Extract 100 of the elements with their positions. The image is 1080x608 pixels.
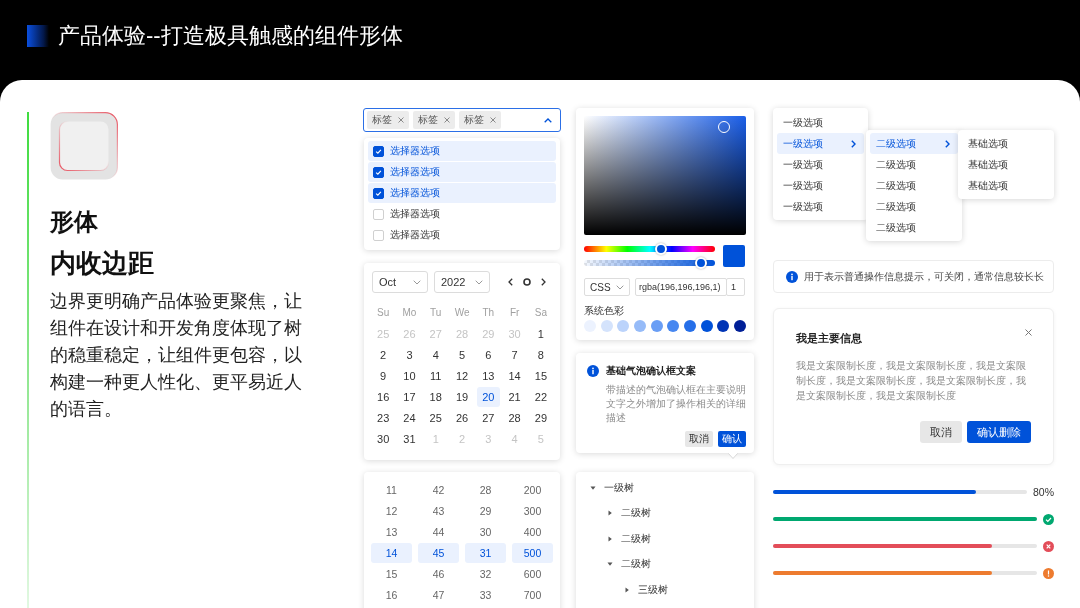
picker-option[interactable]: 600 bbox=[512, 564, 553, 584]
close-icon[interactable] bbox=[444, 117, 450, 123]
calendar-day[interactable]: 20 bbox=[476, 386, 500, 407]
caret-icon[interactable] bbox=[544, 117, 552, 123]
checkbox[interactable] bbox=[373, 187, 384, 199]
cascader-option[interactable]: 二级选项 bbox=[870, 133, 958, 154]
picker-option[interactable]: 500 bbox=[512, 543, 553, 563]
tree-node[interactable]: 二级树 bbox=[576, 500, 754, 526]
picker-option[interactable]: 700 bbox=[512, 585, 553, 605]
month-select[interactable]: Oct bbox=[372, 271, 428, 293]
checkbox[interactable] bbox=[373, 145, 384, 157]
cascader-option[interactable]: 一级选项 bbox=[777, 175, 864, 196]
cascader-option[interactable]: 二级选项 bbox=[870, 217, 958, 238]
calendar-day[interactable]: 16 bbox=[371, 386, 395, 407]
calendar-day[interactable]: 13 bbox=[476, 365, 500, 386]
picker-option[interactable]: 31 bbox=[465, 543, 506, 563]
picker-option[interactable]: 15 bbox=[371, 564, 412, 584]
picker-option[interactable]: 33 bbox=[465, 585, 506, 605]
calendar-day[interactable]: 3 bbox=[397, 344, 421, 365]
tree-node[interactable]: 三级树 bbox=[576, 577, 754, 603]
color-swatch[interactable] bbox=[683, 320, 696, 332]
chevron-right-icon[interactable] bbox=[541, 278, 546, 286]
slider-thumb[interactable] bbox=[655, 243, 668, 255]
calendar-day[interactable]: 24 bbox=[397, 407, 421, 428]
calendar-day[interactable]: 26 bbox=[450, 407, 474, 428]
cascader-option[interactable]: 基础选项 bbox=[962, 133, 1050, 154]
close-icon[interactable] bbox=[1025, 329, 1032, 336]
opacity-slider[interactable] bbox=[584, 257, 715, 269]
calendar-day[interactable]: 15 bbox=[529, 365, 553, 386]
calendar-day[interactable]: 28 bbox=[503, 407, 527, 428]
year-select[interactable]: 2022 bbox=[434, 271, 490, 293]
select-option[interactable]: 选择器选项 bbox=[368, 141, 556, 161]
picker-option[interactable]: 400 bbox=[512, 522, 553, 542]
cascader-option[interactable]: 二级选项 bbox=[870, 175, 958, 196]
calendar-day[interactable]: 31 bbox=[397, 428, 421, 449]
calendar-day[interactable]: 8 bbox=[529, 344, 553, 365]
calendar-day[interactable]: 9 bbox=[371, 365, 395, 386]
picker-option[interactable]: 13 bbox=[371, 522, 412, 542]
calendar-day[interactable]: 7 bbox=[503, 344, 527, 365]
calendar-day[interactable]: 23 bbox=[371, 407, 395, 428]
select-option[interactable]: 选择器选项 bbox=[368, 183, 556, 203]
picker-option[interactable]: 44 bbox=[418, 522, 459, 542]
picker-option[interactable]: 29 bbox=[465, 501, 506, 521]
select-option[interactable]: 选择器选项 bbox=[368, 162, 556, 182]
cascader-option[interactable]: 基础选项 bbox=[962, 154, 1050, 175]
picker-option[interactable]: 30 bbox=[465, 522, 506, 542]
saturation-panel[interactable] bbox=[584, 116, 746, 235]
calendar-day[interactable]: 30 bbox=[371, 428, 395, 449]
cascader-option[interactable]: 一级选项 bbox=[777, 112, 864, 133]
color-swatch[interactable] bbox=[633, 320, 646, 332]
cascader-option[interactable]: 二级选项 bbox=[870, 154, 958, 175]
opacity-input[interactable]: 1 bbox=[726, 278, 745, 296]
picker-option[interactable]: 16 bbox=[371, 585, 412, 605]
picker-option[interactable]: 42 bbox=[418, 480, 459, 500]
caret-down-icon[interactable] bbox=[607, 561, 613, 568]
caret-down-icon[interactable] bbox=[590, 484, 596, 491]
caret-right-icon[interactable] bbox=[624, 586, 630, 593]
caret-right-icon[interactable] bbox=[607, 535, 613, 542]
color-swatch[interactable] bbox=[650, 320, 663, 332]
secondary-button[interactable]: 取消 bbox=[685, 431, 713, 447]
picker-option[interactable]: 11 bbox=[371, 480, 412, 500]
picker-option[interactable]: 200 bbox=[512, 480, 553, 500]
calendar-day[interactable]: 2 bbox=[371, 344, 395, 365]
select-option[interactable]: 选择器选项 bbox=[368, 225, 556, 245]
primary-button[interactable]: 确认 bbox=[718, 431, 746, 447]
tree-node[interactable]: 二级树 bbox=[576, 551, 754, 577]
color-swatch[interactable] bbox=[700, 320, 713, 332]
format-select[interactable]: CSS bbox=[584, 278, 630, 296]
calendar-day[interactable]: 5 bbox=[450, 344, 474, 365]
close-icon[interactable] bbox=[490, 117, 496, 123]
color-swatch[interactable] bbox=[600, 320, 613, 332]
secondary-button[interactable]: 取消 bbox=[920, 421, 962, 443]
calendar-day[interactable]: 11 bbox=[424, 365, 448, 386]
calendar-day[interactable]: 29 bbox=[529, 407, 553, 428]
picker-option[interactable]: 300 bbox=[512, 501, 553, 521]
cascader-option[interactable]: 二级选项 bbox=[870, 196, 958, 217]
calendar-day[interactable]: 19 bbox=[450, 386, 474, 407]
tree-node[interactable]: 二级树 bbox=[576, 526, 754, 552]
calendar-day[interactable]: 6 bbox=[476, 344, 500, 365]
color-swatch[interactable] bbox=[733, 320, 746, 332]
calendar-day[interactable]: 4 bbox=[424, 344, 448, 365]
ring-icon[interactable] bbox=[523, 278, 531, 286]
calendar-day[interactable]: 22 bbox=[529, 386, 553, 407]
picker-option[interactable]: 46 bbox=[418, 564, 459, 584]
caret-right-icon[interactable] bbox=[607, 510, 613, 517]
calendar-day[interactable]: 25 bbox=[424, 407, 448, 428]
calendar-day[interactable]: 18 bbox=[424, 386, 448, 407]
color-swatch[interactable] bbox=[667, 320, 680, 332]
picker-option[interactable]: 47 bbox=[418, 585, 459, 605]
calendar-day[interactable]: 27 bbox=[476, 407, 500, 428]
cascader-option[interactable]: 一级选项 bbox=[777, 196, 864, 217]
hue-slider[interactable] bbox=[584, 243, 715, 255]
color-swatch[interactable] bbox=[717, 320, 730, 332]
cascader-option[interactable]: 一级选项 bbox=[777, 133, 864, 154]
picker-option[interactable]: 43 bbox=[418, 501, 459, 521]
picker-option[interactable]: 45 bbox=[418, 543, 459, 563]
calendar-day[interactable]: 12 bbox=[450, 365, 474, 386]
checkbox[interactable] bbox=[373, 166, 384, 178]
multi-select[interactable]: 标签 标签 标签 bbox=[363, 108, 561, 132]
select-option[interactable]: 选择器选项 bbox=[368, 204, 556, 224]
